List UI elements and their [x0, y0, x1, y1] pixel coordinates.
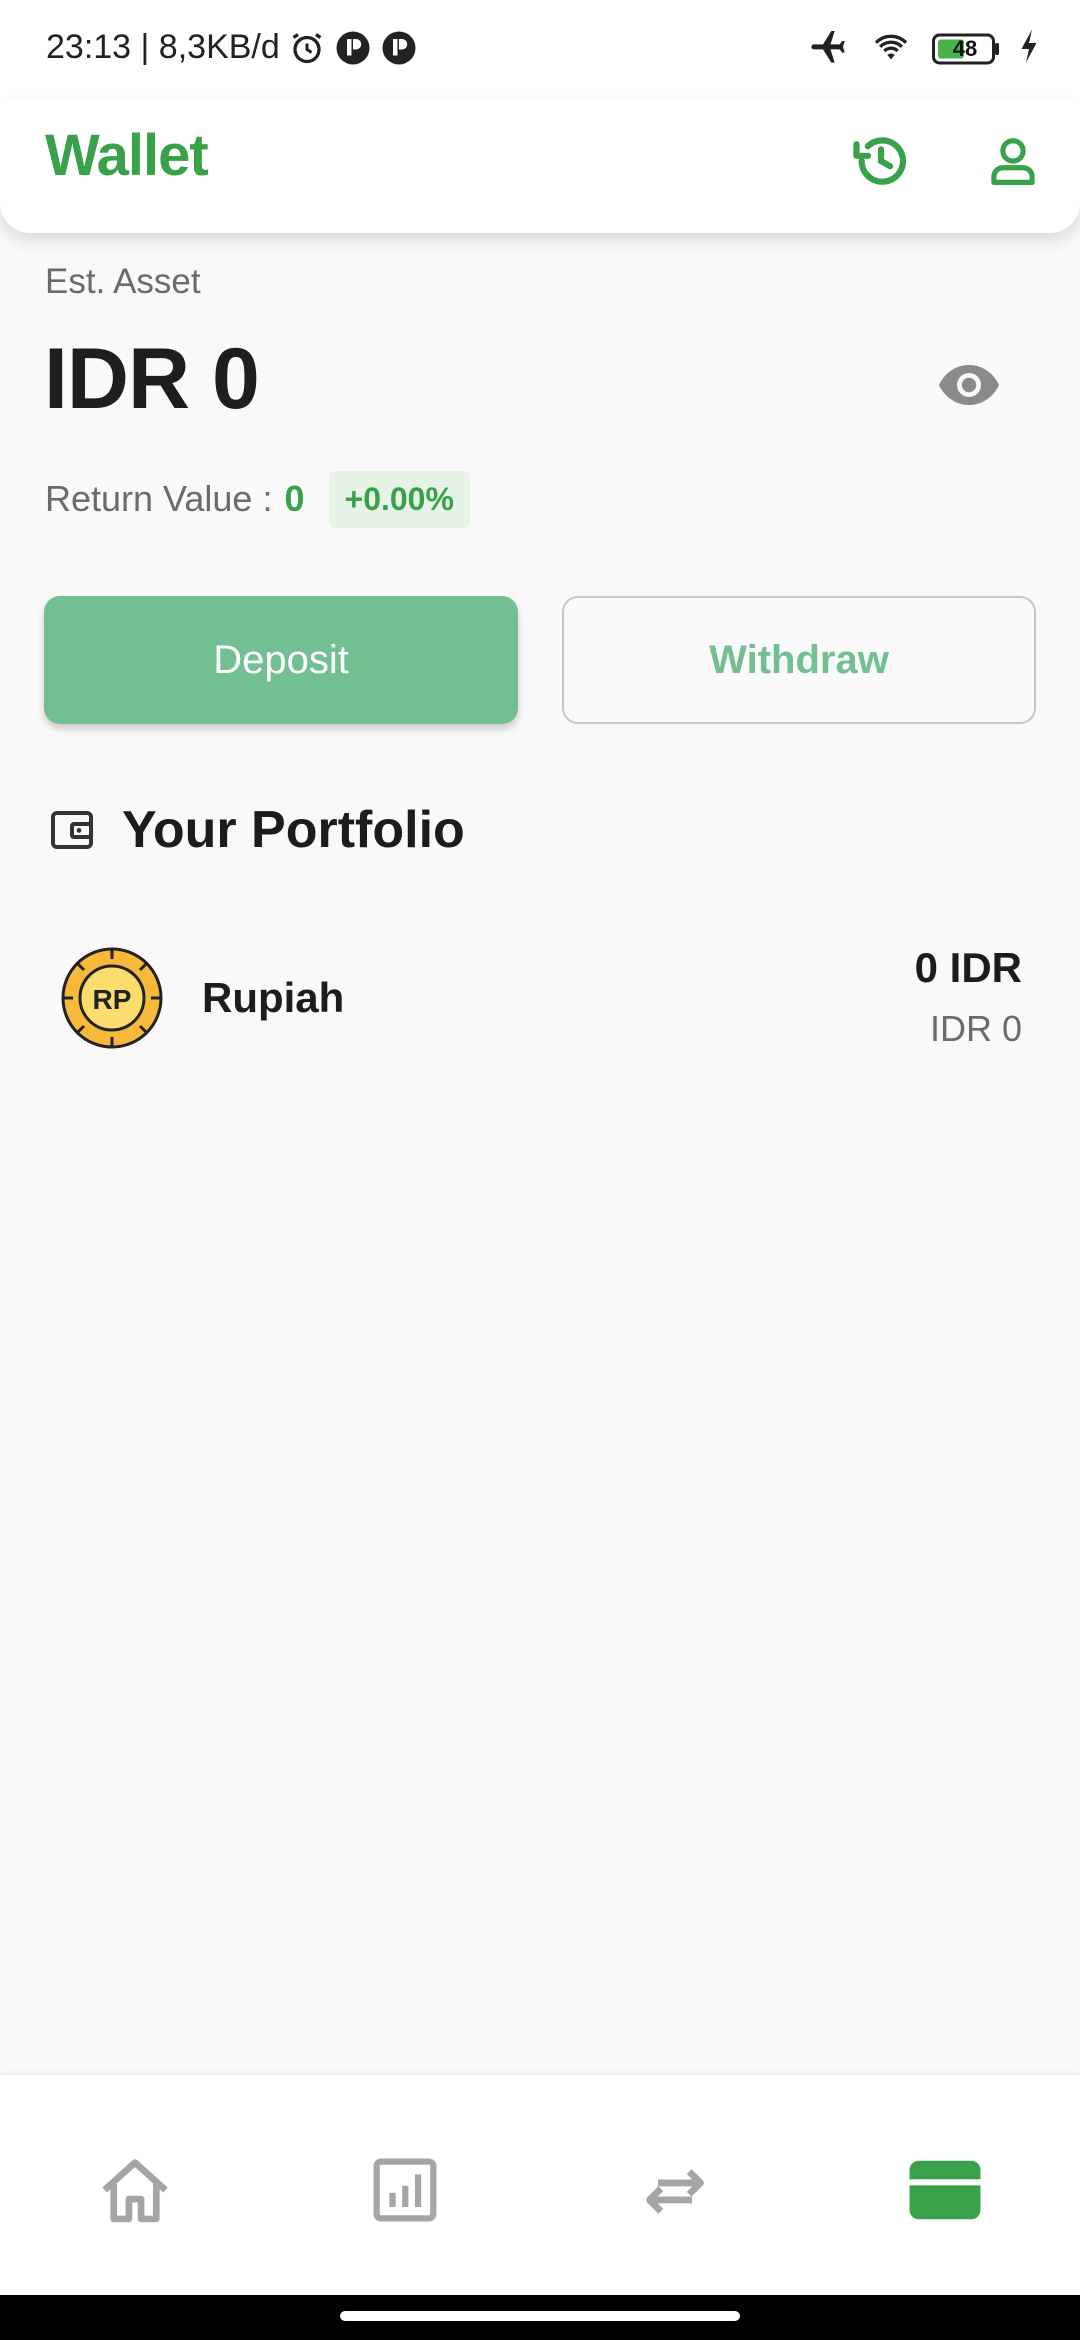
asset-value: IDR 0	[44, 331, 260, 427]
coin-name: Rupiah	[202, 974, 345, 1021]
home-indicator[interactable]	[340, 2311, 740, 2321]
nav-trade[interactable]	[630, 2145, 720, 2235]
rupiah-coin-icon: RP	[60, 946, 164, 1050]
return-value-amount: 0	[284, 478, 305, 519]
user-icon	[991, 138, 1035, 185]
status-time: 23:13 | 8,3KB/d	[46, 28, 280, 66]
notification-app-icon	[380, 29, 418, 67]
alarm-icon	[288, 29, 326, 67]
bottom-nav	[0, 2075, 1080, 2295]
wallet-icon	[909, 2160, 981, 2220]
app-header: Wallet	[0, 100, 1080, 233]
history-button[interactable]	[846, 126, 916, 196]
status-left: 23:13 | 8,3KB/d	[46, 28, 418, 67]
coin-value: IDR 0	[929, 1008, 1022, 1049]
est-asset-label: Est. Asset	[45, 262, 201, 301]
eye-icon	[939, 365, 999, 405]
history-icon	[853, 137, 907, 185]
notification-app-icon	[334, 29, 372, 67]
portfolio-title: Your Portfolio	[122, 801, 465, 859]
airplane-mode-icon	[806, 26, 850, 71]
wifi-icon	[868, 26, 914, 71]
nav-wallet[interactable]	[900, 2145, 990, 2235]
gesture-bar	[0, 2295, 1080, 2340]
wallet-outline-icon	[51, 811, 93, 849]
battery-level: 48	[952, 35, 978, 61]
return-value-label: Return Value :	[45, 478, 273, 519]
portfolio-item[interactable]: RP Rupiah 0 IDR IDR 0	[0, 930, 1080, 1065]
profile-button[interactable]	[978, 126, 1048, 196]
coin-amount: 0 IDR	[914, 944, 1022, 991]
battery-icon: 48	[932, 33, 1000, 65]
page-title: Wallet	[45, 123, 209, 188]
toggle-visibility-button[interactable]	[936, 352, 1002, 418]
nav-home[interactable]	[90, 2145, 180, 2235]
coin-symbol: RP	[93, 984, 132, 1015]
portfolio-header: Your Portfolio	[48, 800, 465, 860]
return-value-row: Return Value : 0 +0.00%	[45, 470, 470, 528]
nav-markets[interactable]	[360, 2145, 450, 2235]
chart-icon	[373, 2158, 437, 2222]
withdraw-button[interactable]: Withdraw	[562, 596, 1036, 724]
deposit-button[interactable]: Deposit	[44, 596, 518, 724]
exchange-icon	[646, 2169, 704, 2214]
status-right: 48	[806, 26, 1040, 71]
charging-icon	[1018, 28, 1040, 69]
return-percent-badge: +0.00%	[328, 470, 470, 528]
status-bar: 23:13 | 8,3KB/d 48	[0, 0, 1080, 100]
home-icon	[102, 2159, 168, 2223]
